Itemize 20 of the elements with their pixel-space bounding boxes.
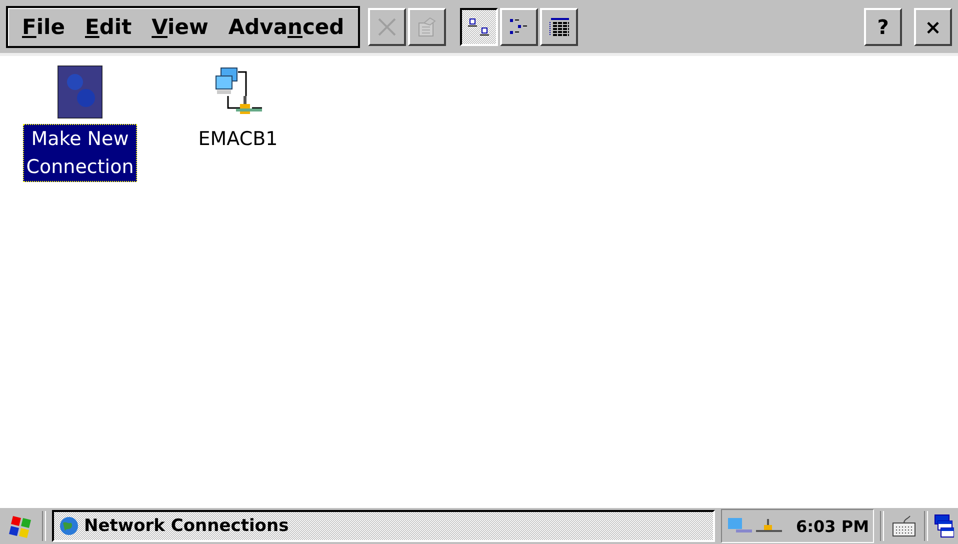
clock[interactable]: 6:03 PM bbox=[796, 516, 869, 536]
menu-item[interactable]: Advanced bbox=[220, 14, 352, 38]
large-icons-icon bbox=[467, 16, 492, 38]
menu-item[interactable]: View bbox=[144, 14, 216, 38]
close-button[interactable]: × bbox=[914, 8, 952, 46]
item-label[interactable]: Make New Connection bbox=[23, 124, 137, 182]
x-icon bbox=[376, 16, 398, 38]
menu-item[interactable]: Edit bbox=[77, 14, 140, 38]
document-icon bbox=[416, 16, 438, 38]
large-icons-button[interactable] bbox=[460, 8, 498, 46]
menu-item[interactable]: File bbox=[14, 14, 73, 38]
details-icon bbox=[547, 16, 572, 38]
list-button[interactable] bbox=[500, 8, 538, 46]
help-button[interactable]: ? bbox=[864, 8, 902, 46]
windows-icon[interactable] bbox=[934, 513, 954, 539]
keyboard-icon[interactable] bbox=[890, 513, 918, 539]
globe-icon bbox=[58, 515, 80, 537]
taskbar-window-button[interactable]: Network Connections bbox=[52, 510, 715, 542]
details-button[interactable] bbox=[540, 8, 578, 46]
item-label[interactable]: EMACB1 bbox=[195, 124, 281, 154]
